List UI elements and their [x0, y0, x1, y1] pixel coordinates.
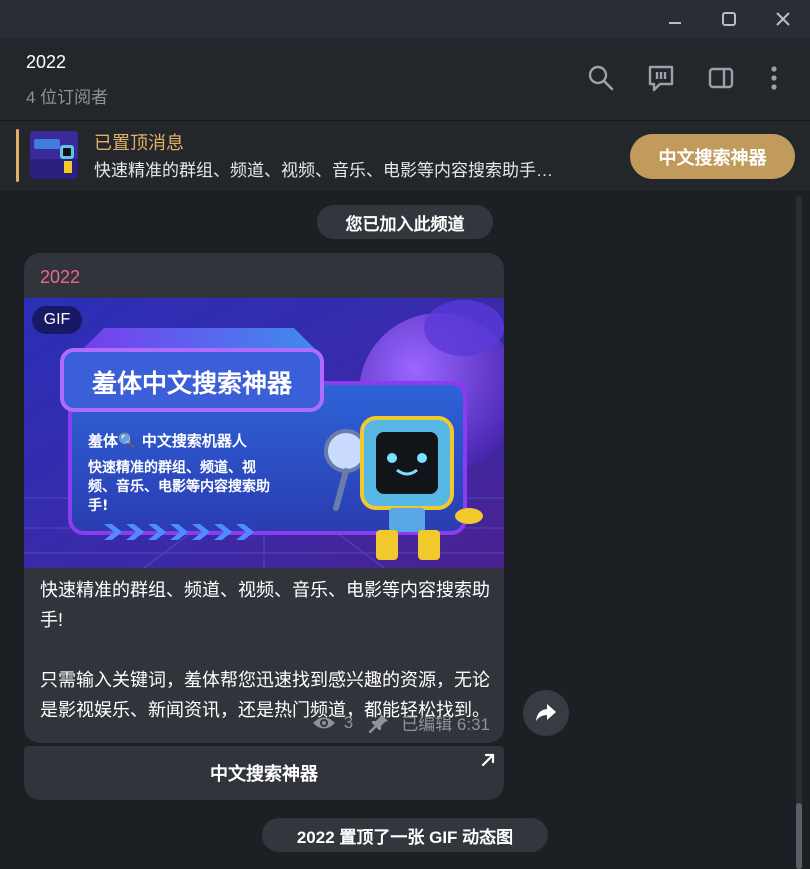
message-text: 快速精准的群组、频道、视频、音乐、电影等内容搜索助手! 只需输入关键词，羞体帮您… — [40, 580, 490, 720]
pinned-label: 已置顶消息 — [94, 133, 184, 153]
minimize-button[interactable] — [648, 0, 702, 38]
banner-headline: 羞体中文搜索神器 — [91, 369, 293, 398]
views-eye-icon — [312, 717, 335, 728]
channel-message[interactable]: 2022 羞体中文搜索神器 羞体🔍 中文搜索机器人 快速精准的群组、频道、视 频… — [24, 253, 504, 743]
comments-icon — [648, 65, 674, 92]
banner-line-3: 手! — [88, 497, 108, 514]
window-titlebar — [0, 0, 810, 38]
search-button[interactable] — [583, 60, 619, 96]
forward-button[interactable] — [523, 690, 569, 736]
maximize-button[interactable] — [702, 0, 756, 38]
forward-arrow-icon — [536, 704, 556, 721]
more-button[interactable] — [756, 60, 792, 96]
channel-title[interactable]: 2022 — [26, 52, 66, 73]
sidebar-toggle-button[interactable] — [703, 60, 739, 96]
close-button[interactable] — [756, 0, 810, 38]
pinned-message-bar[interactable]: 已置顶消息 快速精准的群组、频道、视频、音乐、电影等内容搜索助手… 中文搜索神器 — [0, 121, 810, 191]
pinned-preview-text: 快速精准的群组、频道、视频、音乐、电影等内容搜索助手… — [94, 161, 553, 180]
maximize-icon — [722, 12, 736, 26]
message-author[interactable]: 2022 — [40, 267, 80, 288]
external-link-icon — [481, 753, 495, 767]
chat-header: 2022 4 位订阅者 — [0, 38, 810, 121]
service-pinned-notice: 2022 置顶了一张 GIF 动态图 — [262, 818, 548, 852]
comments-button[interactable] — [643, 60, 679, 96]
gif-badge: GIF — [32, 306, 82, 334]
banner-line-1: 快速精准的群组、频道、视 — [88, 459, 256, 476]
search-icon — [588, 65, 614, 91]
pinned-accent-line — [16, 129, 19, 182]
gif-media[interactable]: 羞体中文搜索神器 羞体🔍 中文搜索机器人 快速精准的群组、频道、视 频、音乐、电… — [24, 298, 504, 568]
pin-icon — [369, 713, 389, 733]
service-joined-notice: 您已加入此频道 — [317, 205, 493, 239]
view-count: 3 — [343, 712, 354, 732]
sidebar-toggle-icon — [708, 67, 734, 89]
subscriber-count: 4 位订阅者 — [26, 88, 109, 107]
more-icon — [771, 66, 777, 90]
inline-link-button[interactable]: 中文搜索神器 — [24, 746, 504, 800]
pinned-action-button[interactable]: 中文搜索神器 — [630, 134, 795, 179]
inline-button-label: 中文搜索神器 — [210, 764, 318, 784]
chat-scrollbar[interactable] — [796, 196, 802, 869]
pinned-thumbnail — [30, 131, 78, 179]
minimize-icon — [669, 22, 681, 24]
scrollbar-thumb[interactable] — [796, 803, 802, 869]
banner-subhead: 羞体🔍 中文搜索机器人 — [87, 431, 248, 450]
message-meta: 3 已编辑 6:31 — [312, 710, 490, 735]
banner-line-2: 频、音乐、电影等内容搜索助 — [88, 478, 270, 495]
message-time: 已编辑 6:31 — [401, 715, 490, 734]
close-icon — [776, 12, 790, 26]
